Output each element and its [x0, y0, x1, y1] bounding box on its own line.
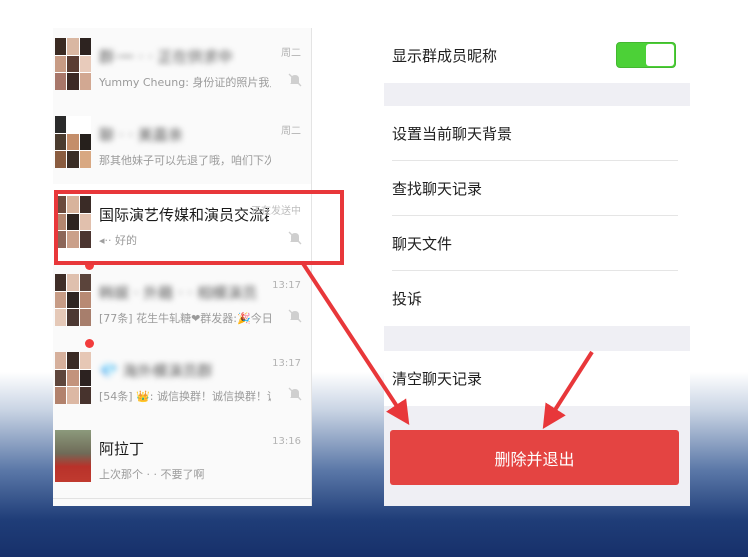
chat-time: 13:16 — [272, 436, 301, 447]
setting-label: 显示群成员昵称 — [392, 47, 498, 65]
chat-title: 聊 · · 美嘉亲 — [99, 126, 183, 144]
mute-bell-icon — [288, 387, 302, 401]
setting-search-history[interactable]: 查找聊天记录 — [384, 161, 690, 216]
highlight-frame — [54, 190, 344, 265]
chat-time: 周二 — [281, 48, 301, 59]
delete-and-exit-button[interactable]: 删除并退出 — [390, 430, 679, 485]
setting-label: 投诉 — [392, 290, 423, 308]
toggle-knob — [646, 44, 674, 66]
setting-label: 清空聊天记录 — [392, 370, 483, 388]
chat-preview: Yummy Cheung: 身份证的照片我只收... — [99, 76, 271, 89]
chat-list-item[interactable]: 阿拉丁 上次那个 · · 不要了啊 13:16 — [53, 420, 311, 499]
chat-time: 13:17 — [272, 358, 301, 369]
setting-label: 查找聊天记录 — [392, 180, 483, 198]
setting-label: 设置当前聊天背景 — [392, 125, 513, 143]
chat-time: 周二 — [281, 126, 301, 137]
chat-preview: [77条] 花生牛轧糖❤群发器:🎉今日... — [99, 312, 271, 325]
setting-label: 聊天文件 — [392, 235, 453, 253]
show-nickname-toggle[interactable] — [616, 42, 676, 68]
chat-list-item[interactable]: 群·一 · · 正在供求中 Yummy Cheung: 身份证的照片我只收...… — [53, 28, 311, 107]
group-avatar — [55, 116, 91, 168]
mute-bell-icon — [288, 73, 302, 87]
chat-preview: 那其他妹子可以先退了哦，咱们下次再... — [99, 154, 271, 167]
chat-title: 群·一 · · 正在供求中 — [99, 48, 233, 66]
group-avatar — [55, 274, 91, 326]
setting-show-nickname: 显示群成员昵称 — [384, 28, 690, 83]
chat-list-item[interactable]: 韩娱 · 外籍 · · 相模演员 [77条] 花生牛轧糖❤群发器:🎉今日... … — [53, 261, 311, 343]
chat-preview: [54条] 👑: 诚信换群！诚信换群！诚信... — [99, 390, 271, 403]
mute-bell-icon — [288, 309, 302, 323]
setting-report[interactable]: 投诉 — [384, 271, 690, 326]
chat-list: 群·一 · · 正在供求中 Yummy Cheung: 身份证的照片我只收...… — [53, 28, 312, 506]
chat-title: 💎 海外模演员群 — [99, 362, 213, 380]
chat-list-item[interactable]: 💎 海外模演员群 [54条] 👑: 诚信换群！诚信换群！诚信... 13:17 — [53, 339, 311, 421]
chat-title: 韩娱 · 外籍 · · 相模演员 — [99, 284, 258, 302]
setting-clear-history[interactable]: 清空聊天记录 — [384, 351, 690, 406]
unread-dot — [85, 339, 94, 348]
setting-chat-background[interactable]: 设置当前聊天背景 — [384, 106, 690, 161]
group-settings-panel: 显示群成员昵称 设置当前聊天背景 查找聊天记录 聊天文件 投诉 清空聊天记录 删… — [384, 28, 690, 506]
chat-time: 13:17 — [272, 280, 301, 291]
chat-title: 阿拉丁 — [99, 440, 145, 458]
chat-list-item[interactable]: 聊 · · 美嘉亲 那其他妹子可以先退了哦，咱们下次再... 周二 — [53, 106, 311, 185]
group-avatar — [55, 352, 91, 404]
chat-preview: 上次那个 · · 不要了啊 — [99, 468, 205, 481]
setting-chat-files[interactable]: 聊天文件 — [384, 216, 690, 271]
contact-avatar — [55, 430, 91, 482]
group-avatar — [55, 38, 91, 90]
